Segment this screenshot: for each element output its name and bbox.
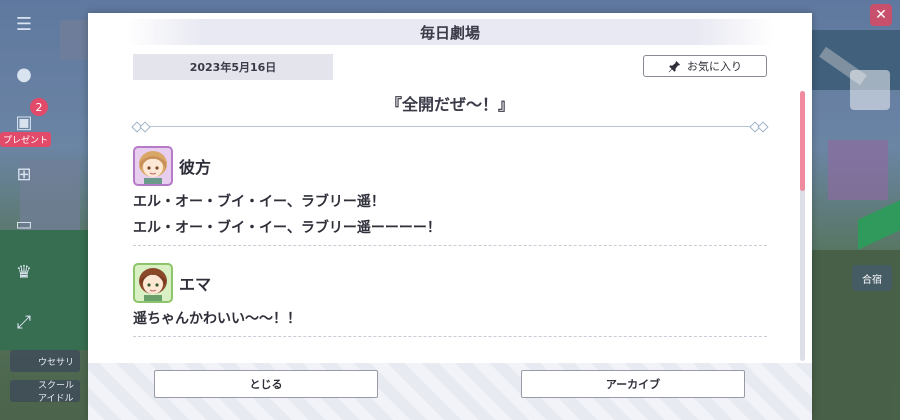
school-idol-button[interactable]: スクール アイドル [10, 380, 80, 404]
screen-icon[interactable]: ▭ [10, 210, 38, 238]
favorite-label: お気に入り [687, 60, 742, 73]
dialogue-scroll-area[interactable]: 彼方 エル・オー・ブイ・イー、ラブリー遥！ エル・オー・ブイ・イー、ラブリー遥ー… [133, 143, 767, 355]
dialogue-line: エル・オー・ブイ・イー、ラブリー遥！ [133, 194, 385, 210]
dialog-title: 毎日劇場 [419, 23, 480, 42]
entry-divider [133, 336, 767, 337]
dialogue-line: 遥ちゃんかわいい～～！！ [133, 311, 301, 327]
dialogue-entry: 彼方 エル・オー・ブイ・イー、ラブリー遥！ エル・オー・ブイ・イー、ラブリー遥ー… [133, 143, 767, 246]
right-panel[interactable] [850, 70, 890, 110]
gift-icon[interactable]: ⊞ [10, 160, 38, 188]
chat-icon[interactable]: ● [10, 60, 38, 88]
archive-button[interactable]: アーカイブ [521, 370, 745, 398]
episode-title: 『全開だぜ～！』 [385, 95, 514, 114]
title-divider [131, 121, 769, 133]
speaker-name: 彼方 [179, 158, 212, 177]
speaker-name: エマ [179, 275, 212, 294]
favorite-button[interactable]: お気に入り [643, 55, 767, 77]
daily-theater-dialog: 毎日劇場 2023年5月16日 お気に入り 『全開だぜ～！』 彼方 エル・オー・… [88, 13, 812, 420]
right-close-icon[interactable]: ✕ [870, 4, 892, 26]
dialogue-entry: エマ 遥ちゃんかわいい～～！！ [133, 260, 767, 337]
speaker-header: 彼方 [133, 143, 767, 189]
trophy-icon[interactable]: ♛ [10, 258, 38, 286]
dialog-title-bar: 毎日劇場 [126, 19, 774, 45]
dialogue-line: エル・オー・ブイ・イー、ラブリー遥ーーーー！ [133, 220, 441, 236]
menu-icon[interactable]: ☰ [10, 10, 38, 38]
present-label: プレゼント [0, 132, 52, 147]
fullscreen-icon[interactable]: ⤢ [10, 308, 38, 336]
pin-icon [668, 60, 681, 72]
emma-avatar [133, 263, 173, 303]
scrollbar-thumb[interactable] [800, 91, 805, 191]
entry-divider [133, 245, 767, 246]
close-button[interactable]: とじる [154, 370, 378, 398]
speaker-header: エマ [133, 260, 767, 306]
accessory-button[interactable]: ウセサリ [10, 350, 80, 372]
scrollbar[interactable] [800, 91, 805, 361]
date-label: 2023年5月16日 [133, 54, 333, 80]
camp-button[interactable]: 合宿 [852, 265, 892, 291]
notification-badge: 2 [30, 98, 48, 116]
kanata-avatar [133, 146, 173, 186]
